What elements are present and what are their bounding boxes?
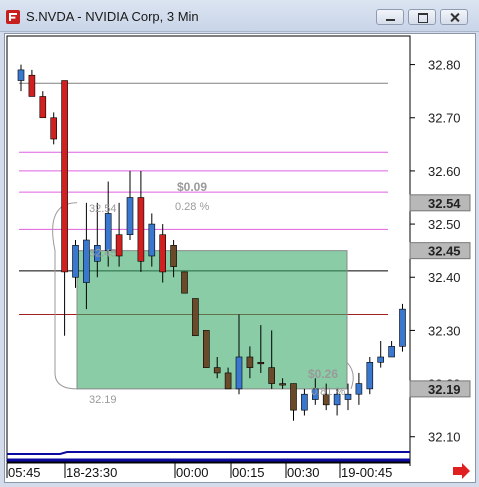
candle-body[interactable] [344, 393, 352, 400]
app-logo-icon [6, 10, 20, 24]
candle-body[interactable] [39, 96, 47, 119]
candle-body[interactable] [235, 356, 243, 390]
x-tick-label: 18-23:30 [66, 465, 117, 480]
measure-amount-label: $0.09 [177, 180, 207, 194]
x-tick-label: 00:15 [232, 465, 265, 480]
x-tick-label: 05:45 [8, 465, 41, 480]
candle-body[interactable] [72, 245, 79, 278]
close-button[interactable] [440, 9, 468, 25]
candle-body[interactable] [279, 383, 286, 386]
x-tick-label: 00:00 [176, 465, 209, 480]
zone-entry-label: 32.54 [89, 203, 117, 215]
candle-body[interactable] [399, 308, 406, 347]
window-title: S.NVDA - NVIDIA Corp, 3 Min [26, 9, 199, 24]
candle-body[interactable] [257, 362, 265, 365]
risk-reward-zone[interactable] [76, 250, 348, 390]
maximize-button[interactable] [408, 9, 436, 25]
candle-body[interactable] [104, 213, 112, 251]
candle-body[interactable] [290, 383, 297, 411]
candle-body[interactable] [170, 245, 177, 267]
measure-percent-label: 0.81 % [311, 386, 345, 398]
measure-percent-label: 0.28 % [175, 201, 209, 213]
candle-body[interactable] [388, 346, 395, 358]
candle-body[interactable] [17, 69, 25, 81]
candle-body[interactable] [224, 372, 232, 390]
candle-body[interactable] [366, 362, 374, 390]
candle-body[interactable] [50, 117, 58, 140]
price-flag-label: 32.19 [428, 382, 461, 397]
y-tick-label: 32.60 [428, 164, 461, 179]
candle-body[interactable] [181, 271, 188, 294]
minimize-button[interactable] [376, 9, 404, 25]
candle-body[interactable] [268, 367, 276, 384]
close-icon [441, 10, 467, 24]
y-tick-label: 32.80 [428, 58, 461, 73]
window-titlebar: S.NVDA - NVIDIA Corp, 3 Min [0, 0, 479, 32]
candlestick-chart[interactable]: $0.09 0.28 % $0.26 0.81 % 32.54 32.45 32.19 32… [5, 34, 475, 482]
y-tick-label: 32.30 [428, 323, 461, 338]
candle-body[interactable] [377, 356, 385, 363]
y-tick-label: 32.10 [428, 430, 461, 445]
candle-body[interactable] [355, 383, 363, 395]
candle-body[interactable] [301, 393, 308, 411]
zone-stop-label: 32.45 [89, 248, 117, 260]
candle-body[interactable] [115, 234, 123, 257]
right-arrow-icon[interactable] [453, 463, 470, 479]
candle-body[interactable] [126, 197, 134, 236]
measure-amount-label: $0.26 [308, 367, 338, 381]
candle-body[interactable] [192, 298, 199, 337]
y-tick-label: 32.70 [428, 111, 461, 126]
candle-body[interactable] [213, 367, 221, 374]
y-tick-label: 32.40 [428, 270, 461, 285]
candle-body[interactable] [159, 234, 166, 273]
candle-body[interactable] [83, 239, 90, 283]
candle-body[interactable] [203, 330, 210, 368]
candle-body[interactable] [246, 356, 254, 368]
candle-body[interactable] [137, 197, 145, 262]
maximize-icon [409, 10, 435, 24]
candle-body[interactable] [148, 223, 156, 257]
candle-body[interactable] [28, 74, 36, 97]
x-tick-label: 00:30 [287, 465, 320, 480]
x-tick-label: 19-00:45 [341, 465, 392, 480]
price-flag-label: 32.54 [428, 196, 461, 211]
price-flag-label: 32.45 [428, 244, 461, 259]
candle-body[interactable] [61, 80, 68, 273]
minimize-icon [377, 10, 403, 24]
chart-window[interactable]: $0.09 0.28 % $0.26 0.81 % 32.54 32.45 32.19 32… [4, 33, 476, 483]
y-tick-label: 32.50 [428, 217, 461, 232]
zone-target-label: 32.19 [89, 394, 117, 406]
